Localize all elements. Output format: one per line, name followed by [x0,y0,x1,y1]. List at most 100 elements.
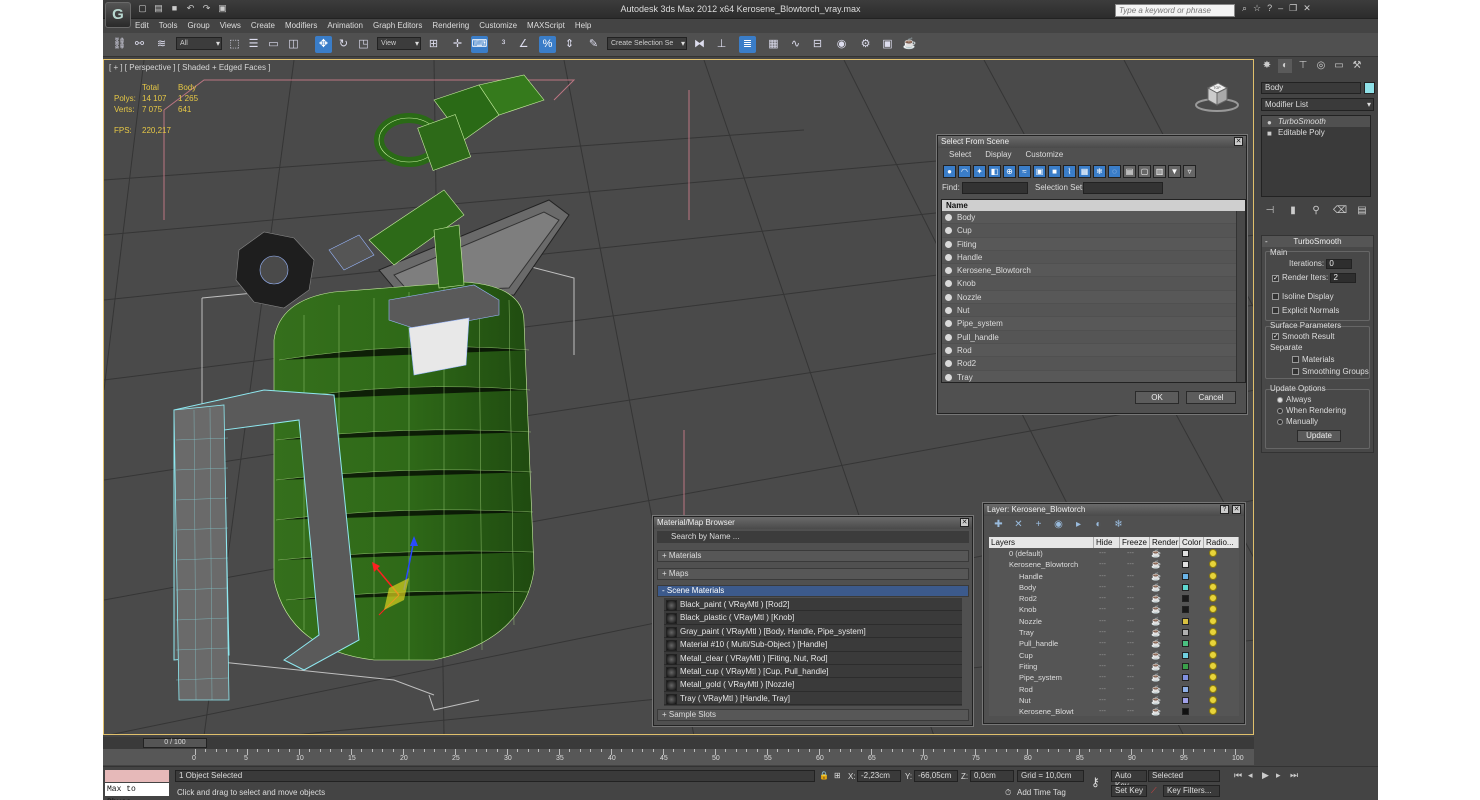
layer-color-swatch[interactable] [1182,651,1189,659]
layer-row[interactable]: Pull_handle --- --- ☕ [989,638,1239,649]
remove-modifier-icon[interactable]: ⌫ [1333,205,1347,216]
render-teapot-icon[interactable]: ☕ [1151,661,1161,672]
highlight-selected-icon[interactable]: ▸ [1073,519,1084,530]
layer-row[interactable]: Kerosene_Blowt --- --- ☕ [989,706,1239,716]
render-teapot-icon[interactable]: ☕ [1151,627,1161,638]
materials-checkbox[interactable] [1292,356,1299,364]
close-icon[interactable]: ✕ [960,518,969,527]
layer-toggle[interactable]: --- [1127,604,1134,615]
column-hide[interactable]: Hide [1094,537,1120,548]
column-radiosity[interactable]: Radio... [1204,537,1239,548]
go-to-end-icon[interactable]: ⏭ [1290,770,1300,781]
layer-toggle[interactable]: --- [1099,661,1106,672]
material-list-item[interactable]: Metall_gold ( VRayMtl ) [Nozzle] [664,678,962,692]
layer-row[interactable]: Handle --- --- ☕ [989,571,1239,582]
selection-set-dropdown[interactable] [1083,182,1163,194]
layer-toggle[interactable]: --- [1099,650,1106,661]
display-invert-icon[interactable]: ▥ [1153,165,1166,178]
configure-sets-icon[interactable]: ▤ [1356,205,1368,216]
ok-button[interactable]: OK [1135,391,1179,404]
layer-color-swatch[interactable] [1182,685,1189,693]
when-rendering-radio[interactable] [1277,407,1283,414]
scene-object-row[interactable]: Pull_handle [942,331,1245,344]
play-icon[interactable]: ▶ [1262,770,1272,781]
display-groups-icon[interactable]: ▣ [1033,165,1046,178]
named-selection-sets-dropdown[interactable]: Create Selection Se [607,37,687,50]
menu-help[interactable]: Help [575,19,591,32]
menu-group[interactable]: Group [187,19,209,32]
scene-object-row[interactable]: Nut [942,304,1245,318]
scene-object-row[interactable]: Nozzle [942,290,1245,305]
column-layers[interactable]: Layers [989,537,1094,548]
key-mode-dropdown[interactable]: Selected [1148,770,1220,782]
time-tag-icon[interactable]: ⏱ [1005,788,1011,798]
radiosity-bulb-icon[interactable] [1209,616,1217,625]
layer-row[interactable]: Body --- --- ☕ [989,582,1239,593]
find-input[interactable] [962,182,1028,194]
render-teapot-icon[interactable]: ☕ [1151,571,1161,582]
layer-row[interactable]: Nut --- --- ☕ [989,695,1239,706]
menu-rendering[interactable]: Rendering [432,19,469,32]
layer-toggle[interactable]: --- [1127,559,1134,570]
render-teapot-icon[interactable]: ☕ [1151,706,1161,716]
rectangular-selection-icon[interactable]: ▭ [265,36,282,53]
show-end-result-icon[interactable]: ▮ [1287,205,1299,216]
material-search-input[interactable]: Search by Name ... [657,531,969,543]
layer-manager-icon[interactable]: ≣ [739,36,756,53]
layer-color-swatch[interactable] [1182,583,1189,591]
filter-icon[interactable]: ▼ [1168,165,1181,178]
radiosity-bulb-icon[interactable] [1209,549,1217,557]
display-bones-icon[interactable]: ⌇ [1063,165,1076,178]
bind-space-warp-icon[interactable]: ≋ [153,36,170,53]
mirror-icon[interactable]: ⧓ [691,36,708,53]
menu-views[interactable]: Views [220,19,241,32]
display-hidden-icon[interactable]: ◌ [1108,165,1121,178]
manipulate-icon[interactable]: ✛ [449,36,466,53]
material-list-item[interactable]: Gray_paint ( VRayMtl ) [Body, Handle, Pi… [664,625,962,639]
radiosity-bulb-icon[interactable] [1209,673,1217,682]
select-objects-in-layer-icon[interactable]: ◉ [1053,519,1064,530]
edit-named-selection-icon[interactable]: ✎ [585,36,602,53]
layer-toggle[interactable]: --- [1099,706,1106,716]
display-helpers-icon[interactable]: ⊕ [1003,165,1016,178]
layer-toggle[interactable]: --- [1127,661,1134,672]
render-teapot-icon[interactable]: ☕ [1151,548,1161,559]
render-iters-checkbox[interactable]: ✓ [1272,274,1279,282]
material-list-item[interactable]: Black_plastic ( VRayMtl ) [Knob] [664,611,962,625]
manually-radio[interactable] [1277,418,1283,425]
unlink-icon[interactable]: ⚯ [131,36,148,53]
radiosity-bulb-icon[interactable] [1209,628,1217,637]
dialog-title-bar[interactable]: Material/Map Browser ✕ [654,517,972,529]
menu-animation[interactable]: Animation [327,19,363,32]
render-setup-icon[interactable]: ⚙ [857,36,874,53]
dialog-title-bar[interactable]: Select From Scene ✕ [938,136,1246,148]
column-header-name[interactable]: Name [942,200,1245,211]
layer-row[interactable]: Rod --- --- ☕ [989,684,1239,695]
layer-color-swatch[interactable] [1182,674,1189,682]
layer-row[interactable]: Fiting --- --- ☕ [989,661,1239,672]
select-and-rotate-icon[interactable]: ↻ [335,36,352,53]
layer-row[interactable]: Pipe_system --- --- ☕ [989,672,1239,683]
radiosity-bulb-icon[interactable] [1209,650,1217,659]
layer-toggle[interactable]: --- [1099,593,1106,604]
layer-color-swatch[interactable] [1182,561,1189,569]
create-tab-icon[interactable]: ✸ [1260,59,1274,73]
explicit-normals-checkbox[interactable] [1272,307,1279,315]
material-list-item[interactable]: Metall_cup ( VRayMtl ) [Cup, Pull_handle… [664,665,962,679]
display-tab-icon[interactable]: ▭ [1332,59,1346,73]
viewcube[interactable]: TOP [1194,78,1240,112]
app-logo-button[interactable]: G [105,2,131,28]
select-object-icon[interactable]: ⬚ [226,36,243,53]
material-list-item[interactable]: Metall_clear ( VRayMtl ) [Fiting, Nut, R… [664,652,962,665]
select-and-move-icon[interactable]: ✥ [315,36,332,53]
display-shapes-icon[interactable]: ◠ [958,165,971,178]
key-icon[interactable]: ⚷ [1091,775,1100,789]
subscription-icon[interactable]: ☆ [1253,3,1261,14]
motion-tab-icon[interactable]: ◎ [1314,59,1328,73]
minimize-icon[interactable]: – [1278,3,1283,14]
layer-toggle[interactable]: --- [1127,582,1134,593]
radiosity-bulb-icon[interactable] [1209,707,1217,716]
layer-toggle[interactable]: --- [1127,593,1134,604]
display-containers-icon[interactable]: ▦ [1078,165,1091,178]
radiosity-bulb-icon[interactable] [1209,695,1217,704]
